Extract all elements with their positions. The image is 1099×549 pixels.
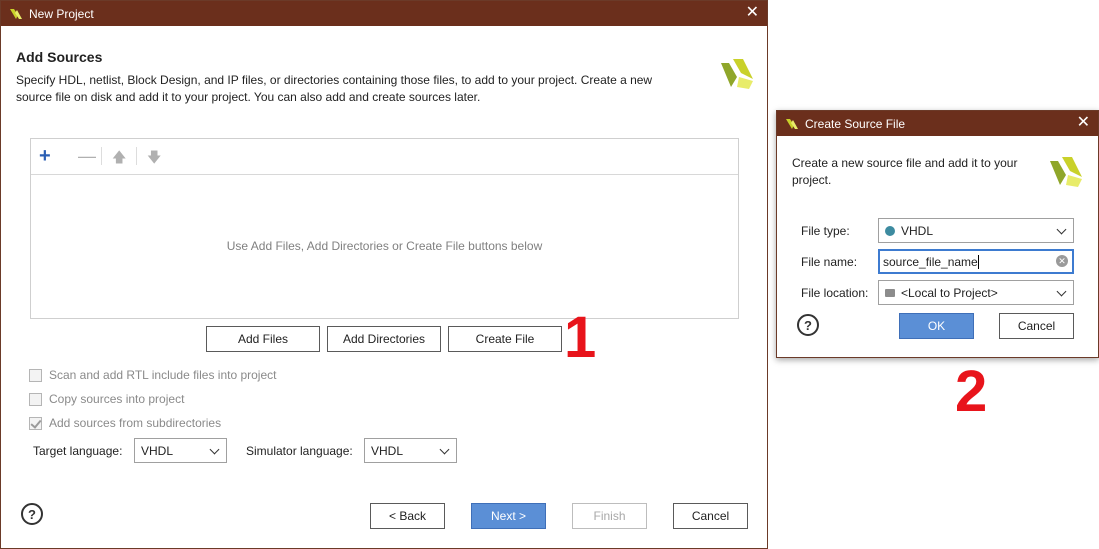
add-files-label: Add Files — [237, 332, 289, 346]
sources-panel: + — 🡅 🡇 Use Add Files, Add Directories o… — [30, 138, 739, 319]
finish-label: Finish — [593, 509, 626, 523]
target-language-select[interactable]: VHDL — [134, 438, 227, 463]
dialog-title: Create Source File — [805, 116, 906, 131]
dialog-description-line2: project. — [792, 173, 832, 187]
vivado-logo-icon — [721, 59, 753, 89]
select-value: VHDL — [141, 443, 174, 458]
chevron-down-icon — [209, 444, 220, 455]
next-button[interactable]: Next > — [471, 503, 546, 529]
copy-sources-checkbox[interactable]: Copy sources into project — [29, 392, 184, 406]
sources-toolbar: + — 🡅 🡇 — [31, 139, 738, 175]
toolbar-separator — [101, 147, 102, 165]
dialog-description-line1: Create a new source file and add it to y… — [792, 156, 1018, 170]
sources-empty-hint: Use Add Files, Add Directories or Create… — [226, 239, 543, 253]
back-button[interactable]: < Back — [370, 503, 445, 529]
file-name-field[interactable]: source_file_name ✕ — [878, 249, 1074, 274]
chevron-down-icon — [439, 444, 450, 455]
select-value: VHDL — [371, 443, 404, 458]
cancel-button[interactable]: Cancel — [673, 503, 748, 529]
add-directories-label: Add Directories — [342, 332, 426, 346]
next-label: Next > — [490, 509, 526, 523]
step-1-marker: 1 — [564, 305, 597, 370]
cancel-label: Cancel — [691, 509, 730, 523]
page-description-line2: source file on disk and add it to your p… — [16, 90, 481, 104]
simulator-language-label: Simulator language: — [246, 444, 353, 458]
close-icon[interactable]: ✕ — [1077, 115, 1090, 131]
file-name-label: File name: — [801, 255, 858, 269]
checkbox-label: Scan and add RTL include files into proj… — [49, 368, 277, 382]
move-up-icon[interactable]: 🡅 — [112, 147, 126, 171]
create-file-button[interactable]: Create File — [448, 326, 562, 352]
finish-button[interactable]: Finish — [572, 503, 647, 529]
checkbox-box[interactable] — [29, 416, 42, 430]
new-project-window: New Project ✕ Add Sources Specify HDL, n… — [0, 0, 768, 549]
toolbar-separator — [136, 147, 137, 165]
file-location-select[interactable]: <Local to Project> — [878, 280, 1074, 305]
clear-icon[interactable]: ✕ — [1056, 255, 1068, 267]
scan-rtl-include-checkbox[interactable]: Scan and add RTL include files into proj… — [29, 368, 276, 382]
new-project-titlebar[interactable]: New Project ✕ — [1, 1, 767, 26]
vivado-logo-icon — [786, 118, 798, 129]
simulator-language-select[interactable]: VHDL — [364, 438, 457, 463]
add-files-button[interactable]: Add Files — [206, 326, 320, 352]
create-source-file-dialog: Create Source File ✕ Create a new source… — [776, 110, 1099, 358]
page-description-line1: Specify HDL, netlist, Block Design, and … — [16, 73, 653, 87]
create-source-titlebar[interactable]: Create Source File ✕ — [777, 111, 1098, 136]
help-icon[interactable]: ? — [21, 503, 43, 525]
add-icon[interactable]: + — [39, 145, 51, 168]
file-type-select[interactable]: VHDL — [878, 218, 1074, 243]
select-value: <Local to Project> — [901, 285, 998, 300]
dialog-cancel-button[interactable]: Cancel — [999, 313, 1074, 339]
checkbox-label: Copy sources into project — [49, 392, 185, 406]
vivado-logo-icon — [1050, 157, 1082, 187]
checkbox-box[interactable] — [29, 392, 42, 406]
file-name-value: source_file_name — [883, 254, 978, 269]
add-subdirectories-checkbox[interactable]: Add sources from subdirectories — [29, 416, 221, 430]
ok-button[interactable]: OK — [899, 313, 974, 339]
create-file-label: Create File — [475, 332, 535, 346]
chevron-down-icon — [1056, 224, 1067, 235]
checkbox-label: Add sources from subdirectories — [49, 416, 222, 430]
ok-label: OK — [927, 319, 946, 333]
window-title: New Project — [29, 6, 94, 21]
target-language-label: Target language: — [33, 444, 123, 458]
close-icon[interactable]: ✕ — [746, 5, 759, 21]
cancel-label: Cancel — [1017, 319, 1056, 333]
back-label: < Back — [388, 509, 427, 523]
chevron-down-icon — [1056, 286, 1067, 297]
folder-icon — [885, 288, 895, 297]
help-icon[interactable]: ? — [797, 314, 819, 336]
step-2-marker: 2 — [955, 359, 988, 424]
move-down-icon[interactable]: 🡇 — [147, 147, 161, 171]
remove-icon[interactable]: — — [78, 146, 96, 167]
add-directories-button[interactable]: Add Directories — [327, 326, 441, 352]
file-type-label: File type: — [801, 224, 850, 238]
select-value: VHDL — [901, 223, 934, 238]
vhdl-dot-icon — [885, 225, 895, 236]
checkbox-box[interactable] — [29, 368, 42, 382]
page-title: Add Sources — [16, 49, 103, 65]
text-cursor — [977, 254, 979, 269]
file-location-label: File location: — [801, 286, 869, 300]
vivado-logo-icon — [10, 8, 22, 19]
